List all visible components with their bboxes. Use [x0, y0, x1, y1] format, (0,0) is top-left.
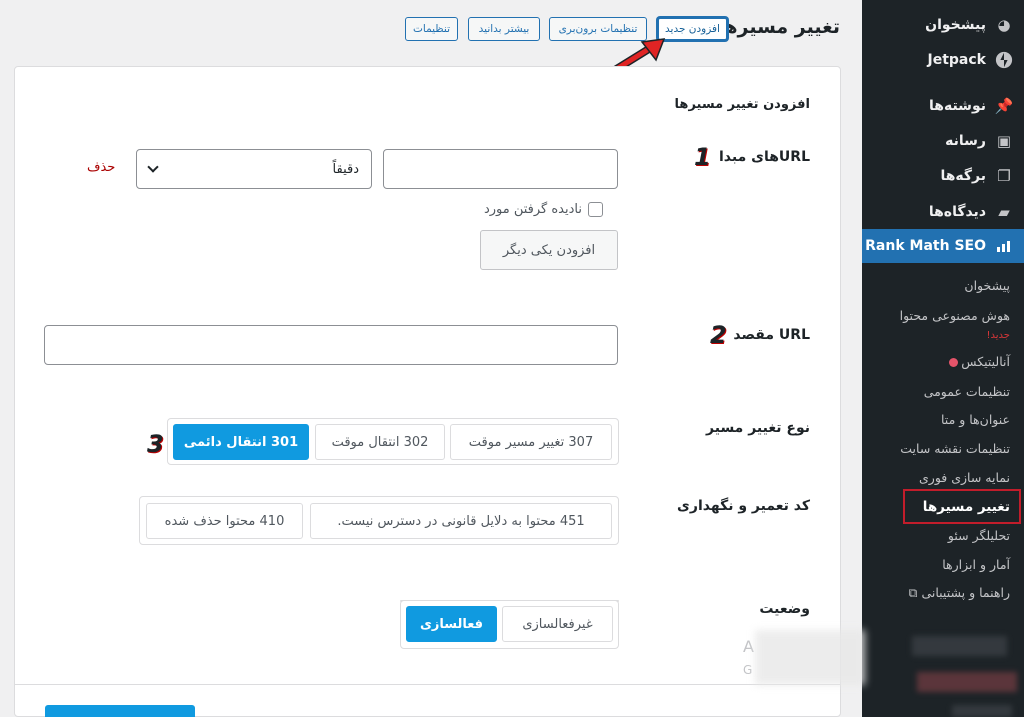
redirections-highlight: [903, 489, 1021, 524]
notification-dot: [949, 358, 959, 367]
chevron-down-icon: [147, 161, 159, 173]
sidebar-item-comments[interactable]: ▰ دیدگاه‌ها: [862, 195, 1024, 229]
type-option-302[interactable]: 302 انتقال موقت: [315, 424, 445, 460]
maintenance-option-451[interactable]: 451 محتوا به دلایل قانونی در دسترس نیست.: [310, 503, 612, 539]
type-option-307[interactable]: 307 تغییر مسیر موقت: [450, 424, 612, 460]
pin-icon: 📌: [994, 97, 1014, 115]
ignore-case-label: نادیده گرفتن مورد: [483, 202, 582, 217]
sidebar-item-dashboard[interactable]: ◕ پیشخوان: [862, 8, 1024, 42]
ghost-text: G: [743, 663, 753, 677]
submenu-content-ai[interactable]: هوش مصنوعی محتوا جدید!: [862, 307, 1024, 345]
submenu-general-settings[interactable]: تنظیمات عمومی: [862, 384, 1024, 399]
external-link-icon: ⧉: [908, 585, 918, 600]
source-urls-label: URLهای مبدا: [718, 149, 810, 165]
blurred-region: [755, 630, 865, 685]
new-badge: جدید!: [986, 330, 1010, 341]
status-deactivate-option[interactable]: غیرفعالسازی: [502, 606, 613, 642]
redirection-type-label: نوع تغییر مسیر: [706, 420, 810, 436]
comments-icon: ▰: [998, 203, 1010, 221]
ghost-text: A: [743, 637, 754, 656]
destination-url-input[interactable]: [44, 325, 618, 365]
maintenance-code-label: کد تعمیر و نگهداری: [677, 498, 810, 514]
blurred-region: [912, 636, 1007, 656]
sidebar-item-posts[interactable]: 📌 نوشته‌ها: [862, 89, 1024, 123]
form-footer-divider: [14, 684, 841, 685]
media-icon: ▣: [996, 132, 1012, 150]
submenu-analytics[interactable]: آنالیتیکس: [862, 354, 1024, 369]
delete-link[interactable]: حذف: [87, 160, 115, 175]
sidebar-item-jetpack[interactable]: Jetpack: [862, 43, 1024, 77]
add-another-button[interactable]: افزودن یکی دیگر: [480, 230, 618, 270]
submenu-help-support[interactable]: راهنما و پشتیبانی ⧉: [862, 585, 1024, 601]
learn-more-button[interactable]: بیشتر بدانید: [468, 17, 540, 41]
status-activate-option[interactable]: فعالسازی: [406, 606, 497, 642]
pages-icon: ❐: [997, 167, 1011, 185]
status-label: وضعیت: [759, 601, 810, 617]
submenu-instant-indexing[interactable]: نمایه سازی فوری: [862, 470, 1024, 485]
submenu-dashboard[interactable]: پیشخوان: [862, 278, 1024, 293]
section-title: افزودن تغییر مسیرها: [674, 97, 810, 112]
sidebar-item-pages[interactable]: ❐ برگه‌ها: [862, 159, 1024, 193]
settings-button[interactable]: تنظیمات: [405, 17, 458, 41]
type-option-301[interactable]: 301 انتقال دائمی: [173, 424, 309, 460]
admin-sidebar: ◕ پیشخوان Jetpack 📌 نوشته‌ها ▣ رسانه ❐ ب…: [862, 0, 1024, 717]
source-url-input[interactable]: [383, 149, 618, 189]
step-marker-3: 3: [147, 430, 164, 458]
sidebar-item-rank-math[interactable]: Rank Math SEO: [862, 229, 1024, 263]
step-marker-2: 2: [710, 321, 727, 349]
rank-math-icon: [994, 236, 1014, 256]
save-button[interactable]: [45, 705, 195, 717]
ignore-case-checkbox[interactable]: [588, 202, 603, 217]
submenu-sitemap-settings[interactable]: تنظیمات نقشه سایت: [862, 441, 1024, 456]
maintenance-option-410[interactable]: 410 محتوا حذف شده: [146, 503, 303, 539]
page-title: تغییر مسیرها: [717, 16, 840, 38]
match-type-select[interactable]: دقیقاً: [136, 149, 372, 189]
blurred-region: [952, 705, 1012, 717]
submenu-status-tools[interactable]: آمار و ابزارها: [862, 557, 1024, 572]
sidebar-item-media[interactable]: ▣ رسانه: [862, 124, 1024, 158]
blurred-region: [917, 672, 1017, 692]
jetpack-icon: [994, 50, 1014, 70]
submenu-titles-meta[interactable]: عنوان‌ها و متا: [862, 412, 1024, 427]
dashboard-icon: ◕: [997, 16, 1011, 34]
submenu-seo-analyzer[interactable]: تحلیلگر سئو: [862, 528, 1024, 543]
destination-url-label: URL مقصد: [733, 327, 810, 343]
step-marker-1: 1: [694, 143, 711, 171]
